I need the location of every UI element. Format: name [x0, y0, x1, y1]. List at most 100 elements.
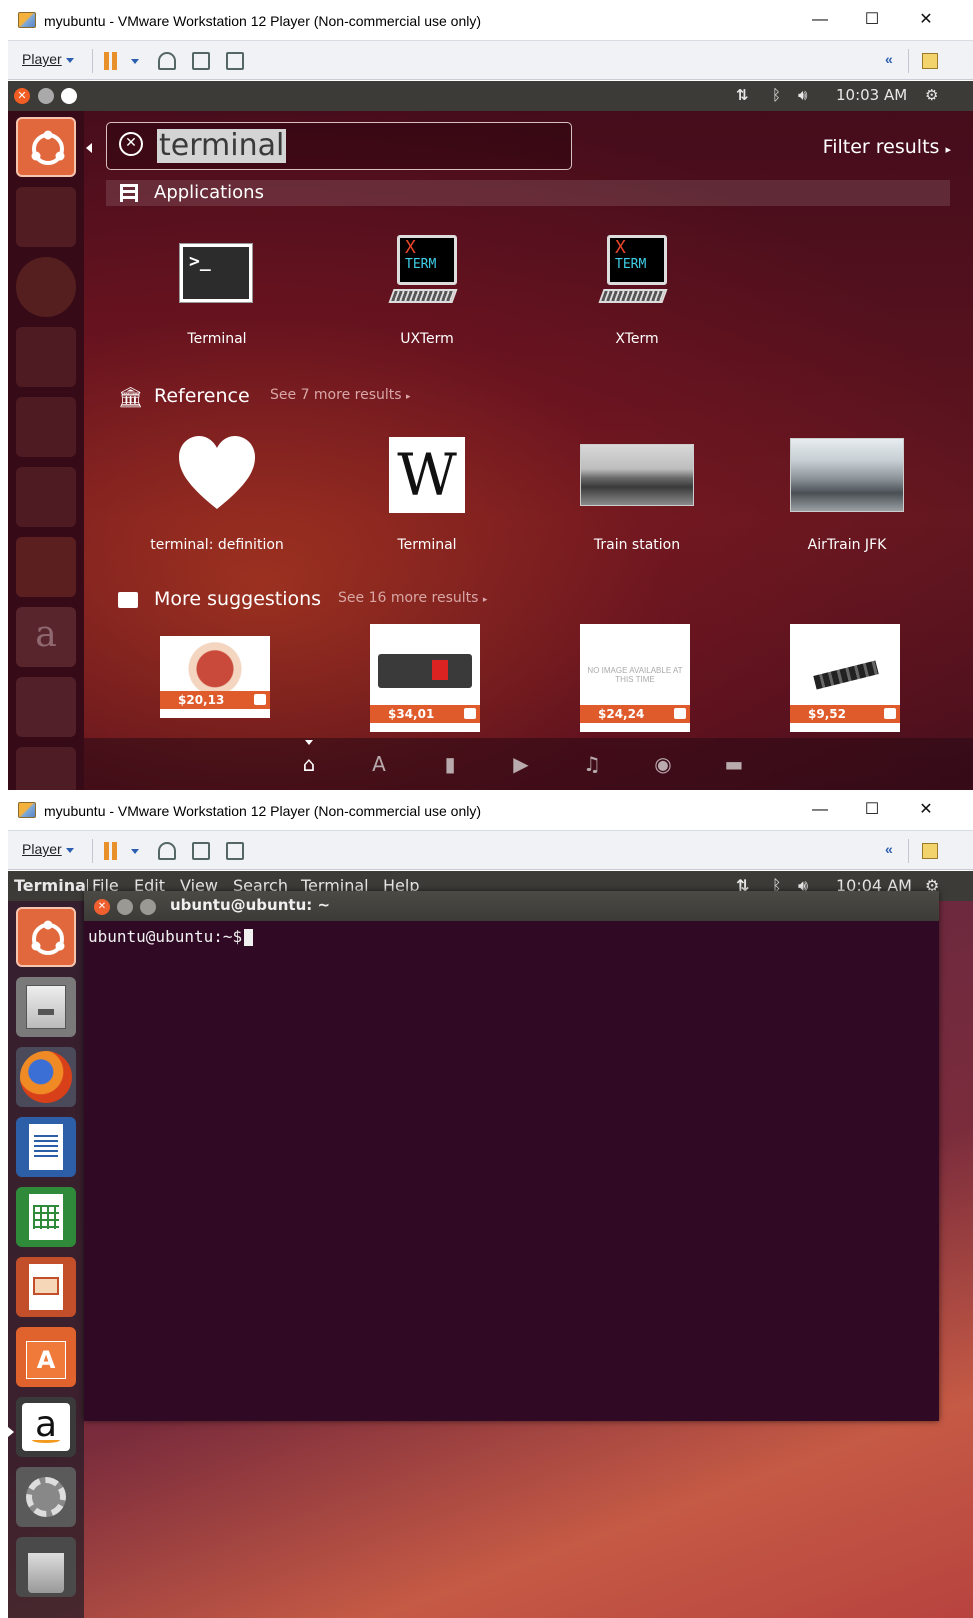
- minimize-button[interactable]: —: [805, 8, 835, 32]
- clear-search-icon[interactable]: ✕: [119, 132, 143, 156]
- app-result-xterm[interactable]: X TERM XTerm: [532, 229, 742, 359]
- reference-result-wikipedia[interactable]: W Terminal: [322, 431, 532, 561]
- terminal-prompt[interactable]: ubuntu@ubuntu:~$: [88, 927, 254, 946]
- reference-more-link[interactable]: See 7 more results ▸: [270, 387, 411, 403]
- firefox-icon[interactable]: [16, 257, 76, 317]
- minimize-button[interactable]: —: [805, 798, 835, 822]
- libreoffice-writer-icon[interactable]: [16, 1117, 76, 1177]
- pause-icon[interactable]: [104, 52, 118, 70]
- apps-lens-icon[interactable]: A: [367, 752, 391, 776]
- unity-mode-icon[interactable]: [226, 52, 244, 70]
- price-label: $24,24: [598, 707, 645, 721]
- dash-home-button[interactable]: [16, 907, 76, 967]
- price-badge: $34,01: [370, 705, 480, 723]
- reference-result-train-station[interactable]: Train station: [532, 431, 742, 561]
- chevron-down-icon: [65, 847, 74, 853]
- libreoffice-impress-icon[interactable]: [16, 1257, 76, 1317]
- collapse-toolbar-icon[interactable]: «: [885, 841, 893, 857]
- photo-train-station: [580, 444, 694, 506]
- dash-home-button[interactable]: [16, 117, 76, 177]
- fullscreen-icon[interactable]: [192, 842, 210, 860]
- calc-icon[interactable]: [16, 397, 76, 457]
- maximize-button[interactable]: ☐: [857, 798, 887, 822]
- impress-icon[interactable]: [16, 467, 76, 527]
- network-icon[interactable]: ⇅: [736, 86, 749, 104]
- dash-minimize-button[interactable]: [38, 88, 54, 104]
- toolbar-divider: [92, 49, 93, 73]
- close-button[interactable]: ✕: [911, 8, 941, 32]
- suggestion-item[interactable]: $9,52: [742, 621, 952, 741]
- reference-icon: 🏛︎: [118, 385, 144, 409]
- pause-icon[interactable]: [104, 842, 118, 860]
- terminal-minimize-button[interactable]: [117, 899, 133, 915]
- pause-dropdown-icon[interactable]: [131, 59, 139, 64]
- send-ctrl-alt-del-icon[interactable]: [158, 842, 176, 860]
- shopping-bag-icon: [674, 708, 686, 719]
- launcher: A a: [8, 901, 84, 1618]
- price-badge: $20,13: [160, 691, 270, 709]
- ubuntu-desktop: Terminal File Edit View Search Terminal …: [8, 871, 973, 1618]
- window-title: myubuntu - VMware Workstation 12 Player …: [44, 803, 482, 819]
- reference-label: AirTrain JFK: [807, 537, 887, 553]
- reference-label: Train station: [593, 537, 681, 553]
- writer-icon[interactable]: [16, 327, 76, 387]
- reference-result-airtrain[interactable]: AirTrain JFK: [742, 431, 952, 561]
- bluetooth-icon[interactable]: ᛒ: [772, 86, 781, 104]
- trash-icon[interactable]: [16, 747, 76, 790]
- prompt-text: ubuntu@ubuntu:~$: [88, 927, 243, 946]
- library-icon[interactable]: [922, 53, 938, 69]
- suggestion-item[interactable]: $34,01: [322, 621, 532, 741]
- dash-maximize-button[interactable]: [61, 88, 77, 104]
- home-lens-icon[interactable]: ⌂: [297, 752, 321, 776]
- system-settings-icon[interactable]: [16, 677, 76, 737]
- dash-close-button[interactable]: ✕: [14, 88, 30, 104]
- launcher: a: [8, 111, 84, 790]
- maximize-button[interactable]: ☐: [857, 8, 887, 32]
- library-icon[interactable]: [922, 843, 938, 859]
- software-center-icon[interactable]: [16, 537, 76, 597]
- trash-icon[interactable]: [16, 1537, 76, 1597]
- system-settings-icon[interactable]: [16, 1467, 76, 1527]
- ubuntu-software-center-icon[interactable]: A: [16, 1327, 76, 1387]
- applications-category: Applications: [106, 180, 950, 206]
- files-icon[interactable]: [16, 977, 76, 1037]
- reference-result-definition[interactable]: terminal: definition: [112, 431, 322, 561]
- pause-dropdown-icon[interactable]: [131, 849, 139, 854]
- player-menu-button[interactable]: Player: [22, 51, 74, 67]
- amazon-icon[interactable]: a: [16, 1397, 76, 1457]
- photo-lens-icon[interactable]: ◉: [651, 752, 675, 776]
- amazon-icon[interactable]: a: [16, 607, 76, 667]
- video-lens-icon[interactable]: ▶: [509, 752, 533, 776]
- app-result-terminal[interactable]: >_ Terminal: [112, 229, 322, 359]
- terminal-maximize-button[interactable]: [140, 899, 156, 915]
- filter-results-button[interactable]: Filter results ▸: [823, 136, 951, 158]
- libreoffice-calc-icon[interactable]: [16, 1187, 76, 1247]
- filter-results-label: Filter results: [822, 136, 940, 158]
- unity-mode-icon[interactable]: [226, 842, 244, 860]
- clock[interactable]: 10:03 AM: [836, 86, 907, 104]
- player-menu-button[interactable]: Player: [22, 841, 74, 857]
- suggestions-more-link[interactable]: See 16 more results ▸: [338, 590, 487, 606]
- firefox-icon[interactable]: [16, 1047, 76, 1107]
- active-app-indicator-icon: [8, 1427, 14, 1437]
- search-input[interactable]: terminal: [157, 129, 287, 163]
- social-lens-icon[interactable]: ▬: [722, 752, 746, 776]
- suggestion-item[interactable]: $20,13: [112, 621, 322, 741]
- xterm-x-glyph: X: [615, 237, 626, 258]
- files-lens-icon[interactable]: ▮: [438, 752, 462, 776]
- send-ctrl-alt-del-icon[interactable]: [158, 52, 176, 70]
- dash-search-field[interactable]: ✕ terminal: [106, 122, 572, 170]
- collapse-toolbar-icon[interactable]: «: [885, 51, 893, 67]
- app-result-uxterm[interactable]: X TERM UXTerm: [322, 229, 532, 359]
- fullscreen-icon[interactable]: [192, 52, 210, 70]
- files-icon[interactable]: [16, 187, 76, 247]
- terminal-close-button[interactable]: ✕: [94, 899, 110, 915]
- music-lens-icon[interactable]: ♫: [580, 752, 604, 776]
- xterm-icon: X TERM: [598, 235, 671, 307]
- gear-icon[interactable]: ⚙: [925, 86, 938, 104]
- close-button[interactable]: ✕: [911, 798, 941, 822]
- volume-icon[interactable]: 🔊︎: [798, 86, 807, 104]
- suggestion-item[interactable]: NO IMAGE AVAILABLE AT THIS TIME $24,24: [532, 621, 742, 741]
- terminal-titlebar[interactable]: ✕ ubuntu@ubuntu: ~: [84, 891, 939, 921]
- terminal-window[interactable]: ✕ ubuntu@ubuntu: ~ ubuntu@ubuntu:~$: [84, 891, 939, 1421]
